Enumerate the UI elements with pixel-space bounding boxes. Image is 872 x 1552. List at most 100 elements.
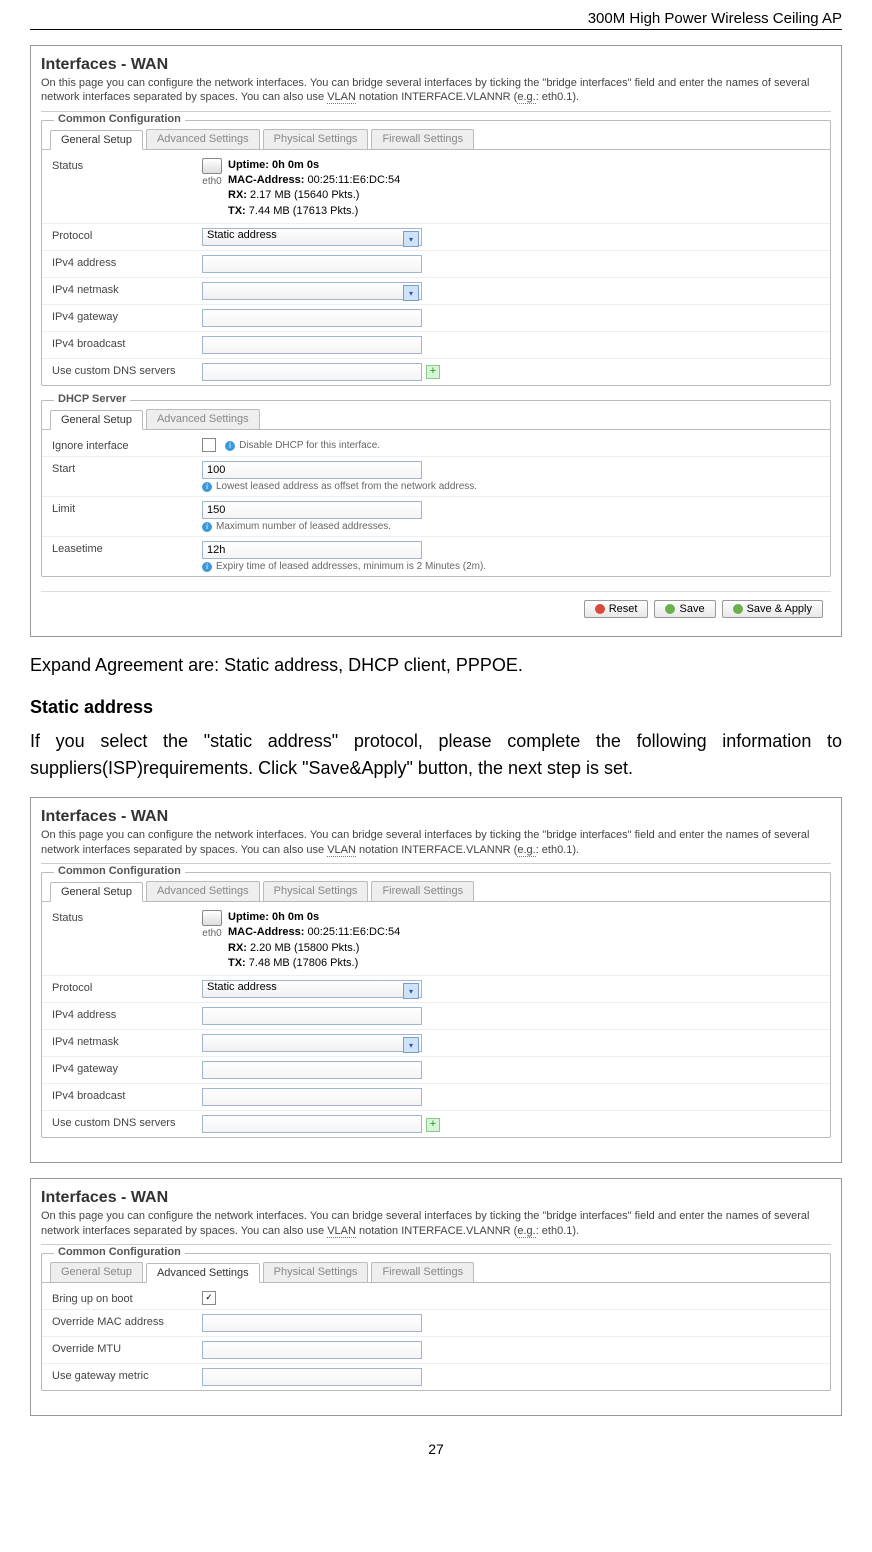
fieldset-legend: Common Configuration <box>54 1246 185 1258</box>
ipv4-netmask-select[interactable]: ▾ <box>202 1034 422 1052</box>
chevron-down-icon: ▾ <box>403 1037 419 1053</box>
tab-advanced-settings[interactable]: Advanced Settings <box>146 129 260 149</box>
chevron-down-icon: ▾ <box>403 231 419 247</box>
bring-up-on-boot-label: Bring up on boot <box>52 1291 202 1305</box>
apply-icon <box>733 604 743 614</box>
ipv4-gateway-input[interactable] <box>202 309 422 327</box>
override-mac-input[interactable] <box>202 1314 422 1332</box>
ipv4-broadcast-input[interactable] <box>202 336 422 354</box>
ipv4-address-label: IPv4 address <box>52 255 202 269</box>
tab-advanced-settings[interactable]: Advanced Settings <box>146 409 260 429</box>
static-address-heading: Static address <box>30 697 842 718</box>
ipv4-netmask-label: IPv4 netmask <box>52 1034 202 1048</box>
override-mtu-input[interactable] <box>202 1341 422 1359</box>
ipv4-broadcast-label: IPv4 broadcast <box>52 336 202 350</box>
common-configuration-fieldset: Common Configuration General Setup Advan… <box>41 872 831 1139</box>
info-icon: i <box>202 562 212 572</box>
expand-agreement-text: Expand Agreement are: Static address, DH… <box>30 652 842 679</box>
gateway-metric-label: Use gateway metric <box>52 1368 202 1382</box>
status-label: Status <box>52 910 202 924</box>
start-label: Start <box>52 461 202 475</box>
ipv4-gateway-label: IPv4 gateway <box>52 1061 202 1075</box>
panel-title: Interfaces - WAN <box>41 808 831 826</box>
eth-icon: eth0 <box>202 910 222 941</box>
save-button[interactable]: Save <box>654 600 715 618</box>
tab-firewall-settings[interactable]: Firewall Settings <box>371 881 474 901</box>
config-tabs: General Setup Advanced Settings Physical… <box>42 129 830 149</box>
tab-general-setup[interactable]: General Setup <box>50 882 143 902</box>
ipv4-address-label: IPv4 address <box>52 1007 202 1021</box>
tab-physical-settings[interactable]: Physical Settings <box>263 1262 369 1282</box>
panel-title: Interfaces - WAN <box>41 1189 831 1207</box>
ignore-interface-checkbox[interactable] <box>202 438 216 452</box>
screenshot-wan-static: Interfaces - WAN On this page you can co… <box>30 797 842 1163</box>
panel-description: On this page you can configure the netwo… <box>41 76 831 112</box>
start-input[interactable] <box>202 461 422 479</box>
protocol-select[interactable]: Static address▾ <box>202 980 422 998</box>
limit-label: Limit <box>52 501 202 515</box>
info-icon: i <box>202 482 212 492</box>
leasetime-input[interactable] <box>202 541 422 559</box>
screenshot-wan-advanced: Interfaces - WAN On this page you can co… <box>30 1178 842 1416</box>
dns-input[interactable] <box>202 363 422 381</box>
fieldset-legend: DHCP Server <box>54 393 130 405</box>
common-configuration-fieldset: Common Configuration General Setup Advan… <box>41 120 831 387</box>
button-bar: Reset Save Save & Apply <box>41 591 831 626</box>
tab-advanced-settings[interactable]: Advanced Settings <box>146 881 260 901</box>
status-row: Status eth0 Uptime: 0h 0m 0s MAC-Address… <box>42 154 830 225</box>
save-apply-button[interactable]: Save & Apply <box>722 600 823 618</box>
panel-description: On this page you can configure the netwo… <box>41 828 831 864</box>
dhcp-server-fieldset: DHCP Server General Setup Advanced Setti… <box>41 400 831 577</box>
panel-title: Interfaces - WAN <box>41 56 831 74</box>
tab-firewall-settings[interactable]: Firewall Settings <box>371 1262 474 1282</box>
page-number: 27 <box>30 1441 842 1457</box>
static-address-body: If you select the "static address" proto… <box>30 728 842 782</box>
leasetime-label: Leasetime <box>52 541 202 555</box>
protocol-label: Protocol <box>52 980 202 994</box>
add-icon[interactable]: + <box>426 1118 440 1132</box>
info-icon: i <box>225 441 235 451</box>
eth-icon: eth0 <box>202 158 222 189</box>
ipv4-broadcast-input[interactable] <box>202 1088 422 1106</box>
tab-physical-settings[interactable]: Physical Settings <box>263 129 369 149</box>
tab-firewall-settings[interactable]: Firewall Settings <box>371 129 474 149</box>
dns-input[interactable] <box>202 1115 422 1133</box>
tab-physical-settings[interactable]: Physical Settings <box>263 881 369 901</box>
ipv4-netmask-select[interactable]: ▾ <box>202 282 422 300</box>
bring-up-on-boot-checkbox[interactable]: ✓ <box>202 1291 216 1305</box>
status-label: Status <box>52 158 202 172</box>
tab-general-setup[interactable]: General Setup <box>50 410 143 430</box>
ipv4-address-input[interactable] <box>202 1007 422 1025</box>
ipv4-broadcast-label: IPv4 broadcast <box>52 1088 202 1102</box>
chevron-down-icon: ▾ <box>403 285 419 301</box>
tab-general-setup[interactable]: General Setup <box>50 130 143 150</box>
gateway-metric-input[interactable] <box>202 1368 422 1386</box>
ipv4-netmask-label: IPv4 netmask <box>52 282 202 296</box>
fieldset-legend: Common Configuration <box>54 865 185 877</box>
fieldset-legend: Common Configuration <box>54 113 185 125</box>
dns-label: Use custom DNS servers <box>52 363 202 377</box>
limit-input[interactable] <box>202 501 422 519</box>
override-mac-label: Override MAC address <box>52 1314 202 1328</box>
reset-button[interactable]: Reset <box>584 600 649 618</box>
ignore-interface-label: Ignore interface <box>52 438 202 452</box>
add-icon[interactable]: + <box>426 365 440 379</box>
info-icon: i <box>202 522 212 532</box>
page-header: 300M High Power Wireless Ceiling AP <box>30 10 842 30</box>
chevron-down-icon: ▾ <box>403 983 419 999</box>
tab-general-setup[interactable]: General Setup <box>50 1262 143 1282</box>
override-mtu-label: Override MTU <box>52 1341 202 1355</box>
protocol-select[interactable]: Static address▾ <box>202 228 422 246</box>
screenshot-wan-general: Interfaces - WAN On this page you can co… <box>30 45 842 637</box>
ipv4-gateway-label: IPv4 gateway <box>52 309 202 323</box>
save-icon <box>665 604 675 614</box>
status-details: Uptime: 0h 0m 0s MAC-Address: 00:25:11:E… <box>228 158 400 220</box>
reset-icon <box>595 604 605 614</box>
ipv4-gateway-input[interactable] <box>202 1061 422 1079</box>
common-configuration-fieldset: Common Configuration General Setup Advan… <box>41 1253 831 1391</box>
tab-advanced-settings[interactable]: Advanced Settings <box>146 1263 260 1283</box>
protocol-label: Protocol <box>52 228 202 242</box>
ipv4-address-input[interactable] <box>202 255 422 273</box>
dns-label: Use custom DNS servers <box>52 1115 202 1129</box>
status-details: Uptime: 0h 0m 0s MAC-Address: 00:25:11:E… <box>228 910 400 972</box>
